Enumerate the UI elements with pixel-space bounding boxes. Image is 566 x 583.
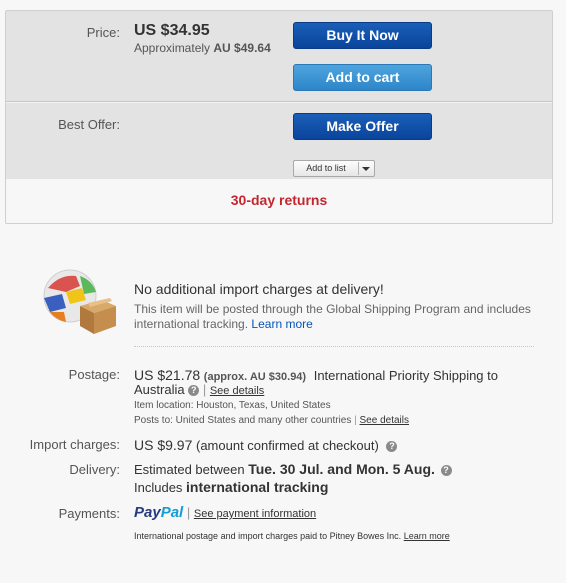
see-details-link-2[interactable]: See details — [360, 415, 409, 426]
gsp-description: This item will be posted through the Glo… — [134, 302, 531, 331]
import-note: (amount confirmed at checkout) — [196, 438, 379, 453]
globe-box-icon — [43, 269, 116, 334]
learn-more-link-2[interactable]: Learn more — [404, 531, 450, 541]
price-section: Price: US $34.95 Approximately AU $49.64… — [6, 11, 552, 101]
delivery-line: Estimated between Tue. 30 Jul. and Mon. … — [134, 461, 452, 477]
buy-box: Price: US $34.95 Approximately AU $49.64… — [5, 10, 553, 224]
gsp-title: No additional import charges at delivery… — [134, 281, 384, 297]
add-to-cart-button[interactable]: Add to cart — [293, 64, 432, 91]
price-value: US $34.95 — [134, 22, 210, 39]
help-icon[interactable]: ? — [386, 441, 398, 453]
payments-footnote: International postage and import charges… — [134, 531, 450, 541]
payments-line: PayPal | See payment information — [134, 504, 317, 521]
item-location: Item location: Houston, Texas, United St… — [134, 400, 331, 411]
add-to-list-button[interactable]: Add to list — [293, 160, 375, 177]
dropdown-arrow-icon[interactable] — [362, 167, 370, 171]
price-approx: Approximately AU $49.64 — [134, 41, 271, 55]
postage-label: Postage: — [68, 367, 120, 382]
import-amount: US $9.97 — [134, 437, 193, 453]
postage-line: US $21.78 (approx. AU $30.94) Internatio… — [134, 367, 498, 383]
best-offer-section: Best Offer: Make Offer Add to list — [6, 103, 552, 179]
delivery-range: Tue. 30 Jul. and Mon. 5 Aug. — [248, 461, 435, 477]
see-payment-info-link[interactable]: See payment information — [194, 508, 316, 520]
buy-it-now-button[interactable]: Buy It Now — [293, 22, 432, 49]
postage-destination: Australia — [134, 382, 185, 397]
returns-text: 30-day returns — [230, 192, 328, 208]
postage-line2: Australia ? | See details — [134, 382, 265, 397]
best-offer-label: Best Offer: — [58, 117, 120, 132]
help-icon[interactable]: ? — [188, 385, 200, 397]
price-label: Price: — [86, 25, 120, 40]
postage-service: International Priority Shipping to — [313, 368, 498, 383]
returns-section: 30-day returns — [6, 179, 552, 223]
divider — [134, 346, 534, 347]
paypal-logo: PayPal — [134, 504, 184, 521]
payments-label: Payments: — [58, 506, 120, 521]
posts-to-line: Posts to: United States and many other c… — [134, 415, 409, 426]
help-icon[interactable]: ? — [440, 465, 452, 477]
import-charges-line: US $9.97 (amount confirmed at checkout) … — [134, 437, 398, 453]
postage-amount: US $21.78 — [134, 367, 201, 383]
delivery-label: Delivery: — [69, 462, 120, 477]
learn-more-link[interactable]: Learn more — [251, 317, 312, 331]
see-details-link[interactable]: See details — [210, 385, 264, 397]
make-offer-button[interactable]: Make Offer — [293, 113, 432, 140]
tracking-text: international tracking — [186, 479, 329, 495]
tracking-line: Includes international tracking — [134, 479, 329, 495]
divider — [358, 162, 359, 175]
import-charges-label: Import charges: — [29, 437, 120, 452]
